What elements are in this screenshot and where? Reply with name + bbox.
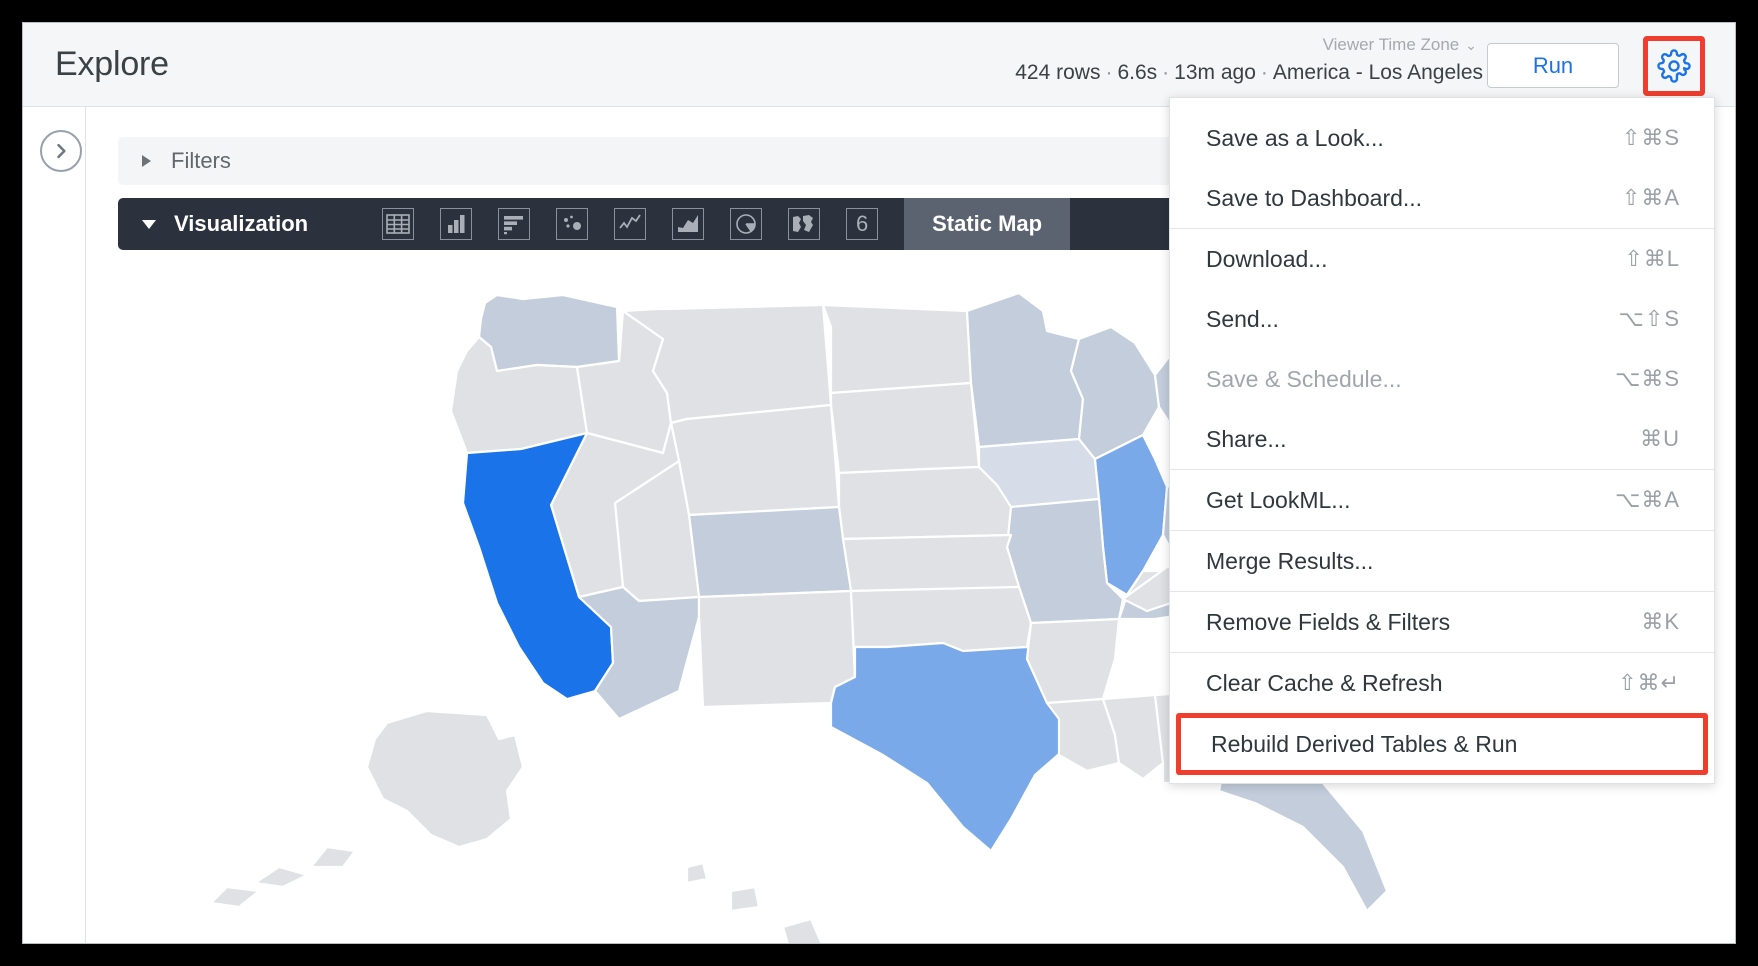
state-KS: [843, 535, 1019, 591]
menu-item-shortcut: ⇧⌘L: [1624, 246, 1680, 272]
menu-item-rebuild-derived-tables-and-run[interactable]: Rebuild Derived Tables & Run: [1176, 713, 1708, 775]
menu-item-save-to-dashboard[interactable]: Save to Dashboard... ⇧⌘A: [1170, 168, 1714, 228]
bar-chart-icon[interactable]: [498, 208, 530, 240]
menu-item-save-and-schedule: Save & Schedule... ⌥⌘S: [1170, 349, 1714, 409]
menu-group-cache: Clear Cache & Refresh ⇧⌘↵ Rebuild Derive…: [1170, 652, 1714, 775]
chevron-right-icon: [51, 141, 71, 161]
menu-item-download[interactable]: Download... ⇧⌘L: [1170, 229, 1714, 289]
menu-group-merge: Merge Results...: [1170, 530, 1714, 591]
explore-actions-menu: Save as a Look... ⇧⌘S Save to Dashboard.…: [1169, 97, 1715, 784]
table-icon[interactable]: [382, 208, 414, 240]
area-chart-glyph: [673, 209, 703, 239]
filters-label: Filters: [171, 148, 231, 174]
state-MN: [967, 293, 1083, 447]
menu-item-share[interactable]: Share... ⌘U: [1170, 409, 1714, 469]
scatter-plot-icon[interactable]: [556, 208, 588, 240]
menu-item-label: Merge Results...: [1206, 548, 1373, 575]
menu-group-share: Download... ⇧⌘L Send... ⌥⇧S Save & Sched…: [1170, 228, 1714, 469]
menu-item-label: Download...: [1206, 246, 1327, 273]
menu-item-label: Clear Cache & Refresh: [1206, 670, 1443, 697]
stats-separator-2: ·: [1157, 61, 1174, 84]
map-glyph: [789, 209, 819, 239]
triangle-down-icon[interactable]: [142, 220, 156, 229]
single-value-icon[interactable]: 6: [846, 208, 878, 240]
page-title: Explore: [55, 45, 169, 84]
query-age: 13m ago: [1174, 61, 1256, 84]
looker-explore-window: Explore Viewer Time Zone⌄ 424 rows·6.6s·…: [22, 22, 1736, 944]
state-AR: [1027, 619, 1119, 703]
bar-chart-glyph: [499, 209, 529, 239]
chevron-down-icon: ⌄: [1465, 37, 1477, 54]
line-chart-icon[interactable]: [614, 208, 646, 240]
run-button[interactable]: Run: [1487, 43, 1619, 88]
menu-item-label: Rebuild Derived Tables & Run: [1211, 731, 1517, 758]
state-SD: [831, 383, 979, 473]
state-WY: [671, 405, 839, 515]
menu-item-label: Save & Schedule...: [1206, 366, 1402, 393]
scatter-plot-glyph: [557, 209, 587, 239]
column-chart-icon[interactable]: [440, 208, 472, 240]
state-NM: [699, 591, 855, 707]
menu-item-shortcut: ⌥⇧S: [1619, 306, 1680, 332]
state-CO: [689, 507, 851, 597]
map-icon[interactable]: [788, 208, 820, 240]
menu-item-shortcut: ⇧⌘S: [1622, 125, 1680, 151]
menu-item-shortcut: ⇧⌘↵: [1618, 670, 1680, 696]
state-WA: [479, 295, 619, 371]
menu-item-remove-fields-and-filters[interactable]: Remove Fields & Filters ⌘K: [1170, 592, 1714, 652]
menu-item-shortcut: ⌥⌘S: [1615, 366, 1680, 392]
row-count: 424 rows: [1015, 61, 1100, 84]
menu-item-save-as-a-look[interactable]: Save as a Look... ⇧⌘S: [1170, 108, 1714, 168]
screenshot-root: Explore Viewer Time Zone⌄ 424 rows·6.6s·…: [0, 0, 1758, 966]
menu-item-label: Send...: [1206, 306, 1279, 333]
state-HI: [687, 863, 883, 943]
menu-item-shortcut: ⌥⌘A: [1615, 487, 1680, 513]
expand-sidebar-button[interactable]: [40, 130, 82, 172]
left-sidebar-rail: [23, 107, 86, 943]
timezone-value: America - Los Angeles: [1273, 61, 1483, 84]
area-chart-icon[interactable]: [672, 208, 704, 240]
menu-item-clear-cache-and-refresh[interactable]: Clear Cache & Refresh ⇧⌘↵: [1170, 653, 1714, 713]
table-glyph: [383, 209, 413, 239]
menu-item-get-lookml[interactable]: Get LookML... ⌥⌘A: [1170, 470, 1714, 530]
column-chart-glyph: [441, 209, 471, 239]
menu-item-send[interactable]: Send... ⌥⇧S: [1170, 289, 1714, 349]
menu-item-label: Share...: [1206, 426, 1287, 453]
pie-chart-glyph: [731, 209, 761, 239]
stats-separator-3: ·: [1256, 61, 1273, 84]
viewer-timezone-text: Viewer Time Zone: [1323, 35, 1460, 54]
triangle-right-icon: [142, 155, 151, 167]
explore-header: Explore Viewer Time Zone⌄ 424 rows·6.6s·…: [23, 23, 1735, 107]
line-chart-glyph: [615, 209, 645, 239]
pie-chart-icon[interactable]: [730, 208, 762, 240]
gear-icon[interactable]: [1652, 45, 1696, 87]
menu-item-merge-results[interactable]: Merge Results...: [1170, 531, 1714, 591]
visualization-active-tab[interactable]: Static Map: [904, 198, 1070, 250]
visualization-label: Visualization: [174, 211, 308, 237]
menu-group-remove: Remove Fields & Filters ⌘K: [1170, 591, 1714, 652]
menu-item-label: Save as a Look...: [1206, 125, 1384, 152]
menu-item-shortcut: ⌘U: [1640, 426, 1680, 452]
menu-group-save: Save as a Look... ⇧⌘S Save to Dashboard.…: [1170, 108, 1714, 228]
state-ND: [823, 305, 971, 393]
state-FL: [1219, 771, 1387, 911]
query-stats: 424 rows·6.6s·13m ago·America - Los Ange…: [1015, 61, 1483, 85]
visualization-type-icons: 6: [382, 208, 878, 240]
state-AK: [211, 711, 523, 907]
menu-item-shortcut: ⇧⌘A: [1622, 185, 1680, 211]
stats-separator-1: ·: [1100, 61, 1117, 84]
viewer-timezone-label[interactable]: Viewer Time Zone ⌄: [1323, 35, 1477, 55]
menu-item-label: Save to Dashboard...: [1206, 185, 1422, 212]
menu-group-lookml: Get LookML... ⌥⌘A: [1170, 469, 1714, 530]
menu-item-shortcut: ⌘K: [1641, 609, 1680, 635]
query-duration: 6.6s: [1117, 61, 1157, 84]
menu-item-label: Get LookML...: [1206, 487, 1350, 514]
menu-item-label: Remove Fields & Filters: [1206, 609, 1450, 636]
